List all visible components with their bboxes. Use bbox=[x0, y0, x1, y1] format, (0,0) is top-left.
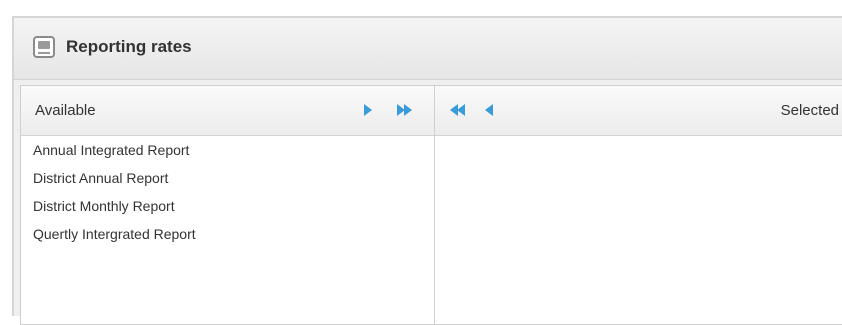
available-list-column: Available Annual Integrated Report Distr… bbox=[20, 85, 435, 325]
move-all-left-button[interactable] bbox=[450, 102, 466, 118]
selected-list-column: Selected bbox=[434, 85, 842, 325]
selected-header-label: Selected bbox=[780, 102, 839, 119]
list-item[interactable]: Annual Integrated Report bbox=[21, 136, 434, 164]
panel-header[interactable]: Reporting rates bbox=[14, 18, 842, 80]
available-list-header: Available bbox=[21, 86, 434, 136]
report-icon bbox=[33, 36, 55, 58]
arrow-left-icon bbox=[485, 104, 493, 116]
arrow-right-icon bbox=[364, 104, 372, 116]
move-all-right-button[interactable] bbox=[397, 102, 413, 118]
move-right-button[interactable] bbox=[363, 102, 373, 118]
available-header-label: Available bbox=[35, 102, 96, 119]
list-item[interactable]: District Monthly Report bbox=[21, 192, 434, 220]
double-arrow-right-icon bbox=[397, 104, 412, 116]
dual-list-selector: Available Annual Integrated Report Distr… bbox=[20, 81, 842, 325]
double-arrow-left-icon bbox=[450, 104, 465, 116]
reporting-rates-panel: Reporting rates Available Annual Integra… bbox=[12, 16, 842, 325]
list-item[interactable]: Quertly Intergrated Report bbox=[21, 220, 434, 248]
available-list: Annual Integrated Report District Annual… bbox=[21, 136, 434, 248]
move-left-button[interactable] bbox=[484, 102, 494, 118]
panel-title: Reporting rates bbox=[66, 37, 192, 56]
list-item[interactable]: District Annual Report bbox=[21, 164, 434, 192]
selected-list-header: Selected bbox=[435, 86, 842, 136]
